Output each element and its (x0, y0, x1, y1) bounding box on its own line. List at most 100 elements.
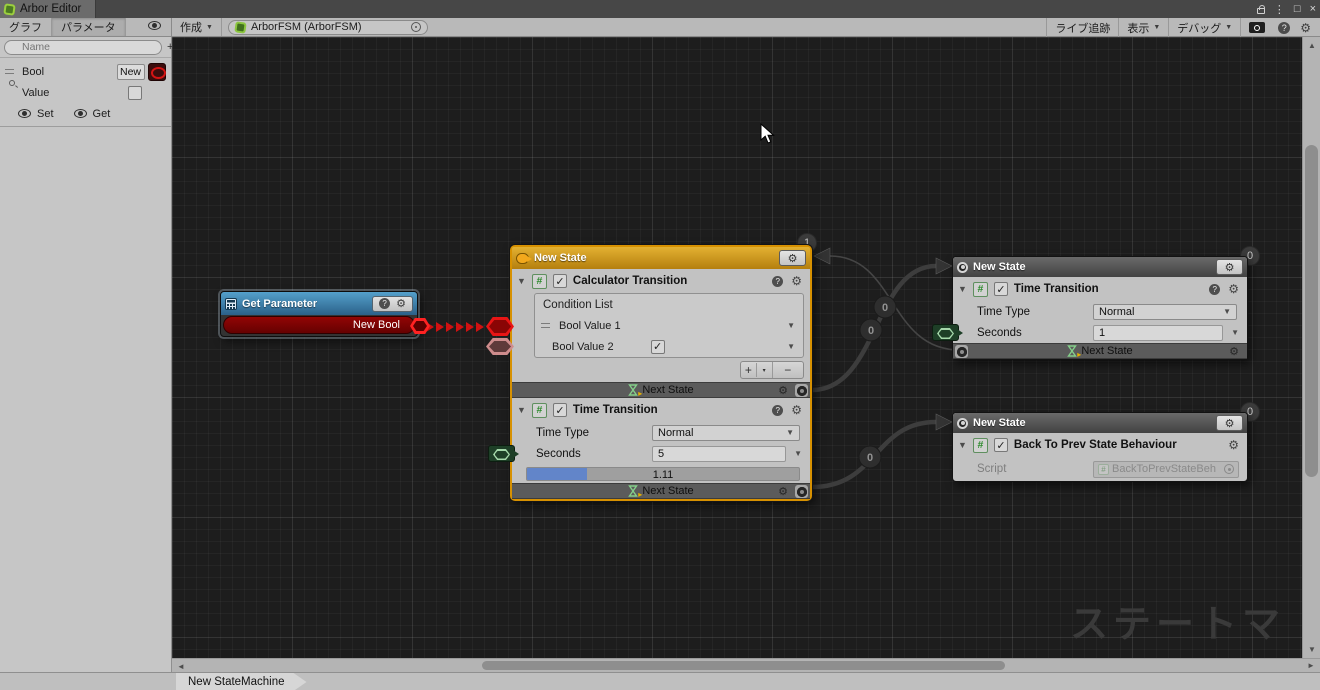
time-type-dropdown[interactable]: Normal ▼ (652, 425, 800, 441)
horizontal-scrollbar-thumb[interactable] (482, 661, 1005, 670)
gear-icon[interactable]: ⚙ (1228, 438, 1239, 452)
state-header[interactable]: New State ⚙ (953, 257, 1247, 277)
foldout-icon[interactable]: ▼ (517, 276, 526, 286)
window-menu-icon[interactable]: ⋮ (1274, 3, 1285, 16)
next-state-connector[interactable] (795, 384, 808, 397)
breadcrumb[interactable]: New StateMachine (176, 673, 307, 690)
bool-data-wire[interactable] (426, 322, 484, 332)
seconds-input[interactable]: 5 (652, 446, 786, 462)
state-settings-button[interactable]: ⚙ (779, 250, 806, 266)
foldout-icon[interactable]: ▼ (958, 440, 967, 450)
drag-handle-icon[interactable] (5, 69, 14, 74)
next-state-slot[interactable]: ▸ Next State ⚙ (953, 343, 1247, 359)
add-condition-button[interactable]: +▾ (741, 362, 773, 378)
help-icon[interactable]: ? (772, 405, 783, 416)
gear-icon[interactable]: ⚙ (1229, 345, 1239, 358)
capture-button[interactable] (1241, 18, 1273, 37)
vertical-scrollbar[interactable]: ▲ ▼ (1302, 37, 1320, 658)
top-right-state-node[interactable]: New State ⚙ ▼ # ✓ Time Transition ? ⚙ Ti… (952, 256, 1248, 360)
svg-text:0: 0 (868, 325, 874, 337)
gear-icon[interactable]: ⚙ (791, 403, 802, 417)
next-state-connector[interactable] (955, 345, 968, 358)
object-picker-icon[interactable] (1224, 464, 1234, 474)
bottom-right-state-node[interactable]: New State ⚙ ▼ # ✓ Back To Prev State Beh… (952, 412, 1248, 482)
time-type-dropdown[interactable]: Normal ▼ (1093, 304, 1237, 320)
behaviour-enabled-checkbox[interactable]: ✓ (553, 274, 567, 288)
gear-icon[interactable]: ⚙ (778, 384, 788, 397)
behaviour-header-calculator-transition[interactable]: ▼ # ✓ Calculator Transition ? ⚙ (512, 269, 810, 293)
create-button[interactable]: 作成▼ (172, 18, 222, 36)
bool-input-socket-1[interactable] (486, 317, 514, 336)
condition-row-2[interactable]: Bool Value 2 ✓ ▼ (535, 336, 803, 357)
next-state-slot-1[interactable]: ▸ Next State ⚙ (512, 382, 810, 398)
view-button[interactable]: 表示▼ (1119, 18, 1169, 37)
foldout-icon[interactable]: ▼ (517, 405, 526, 415)
bool-pin-button[interactable] (148, 63, 166, 81)
state-settings-button[interactable]: ⚙ (1216, 415, 1243, 431)
maximize-button[interactable]: □ (1294, 3, 1301, 15)
bool-input-socket-2[interactable] (486, 338, 514, 355)
behaviour-header-back-to-prev[interactable]: ▼ # ✓ Back To Prev State Behaviour ⚙ (953, 433, 1247, 457)
panel-visibility-eye-icon[interactable] (148, 21, 161, 30)
behaviour-enabled-checkbox[interactable]: ✓ (553, 403, 567, 417)
get-parameter-node[interactable]: Get Parameter ? ⚙ New Bool (220, 291, 418, 337)
set-eye-icon[interactable] (18, 109, 31, 118)
state-header[interactable]: New State ⚙ (512, 247, 810, 269)
get-eye-icon[interactable] (74, 109, 87, 118)
main-state-node[interactable]: New State ⚙ ▼ # ✓ Calculator Transition … (510, 245, 812, 501)
drag-handle-icon[interactable] (541, 323, 550, 328)
condition-row-1[interactable]: Bool Value 1 ▼ (535, 315, 803, 336)
new-bool-output-pin[interactable]: New Bool (223, 316, 415, 334)
tab-parameters[interactable]: パラメータ (52, 18, 126, 36)
next-state-connector[interactable] (795, 485, 808, 498)
state-settings-button[interactable]: ⚙ (1216, 259, 1243, 275)
gear-icon[interactable]: ⚙ (791, 274, 802, 288)
remove-condition-button[interactable]: − (773, 362, 804, 378)
behaviour-header-time-transition[interactable]: ▼ # ✓ Time Transition ? ⚙ (512, 398, 810, 422)
gear-icon[interactable]: ⚙ (778, 485, 788, 498)
foldout-icon[interactable]: ▼ (958, 284, 967, 294)
seconds-value-slot[interactable] (932, 324, 959, 341)
help-icon[interactable]: ? (1209, 284, 1220, 295)
graph-selector[interactable]: ArborFSM (ArborFSM) (228, 20, 428, 35)
lock-icon[interactable] (1257, 8, 1265, 14)
settings-button[interactable]: ⚙ (1295, 18, 1316, 37)
wire-main-to-bottomright[interactable] (812, 422, 936, 487)
scroll-up-icon[interactable]: ▲ (1308, 41, 1316, 50)
help-icon[interactable]: ? (772, 276, 783, 287)
chevron-down-icon[interactable]: ▼ (787, 342, 795, 351)
close-button[interactable]: × (1310, 3, 1316, 15)
help-button[interactable]: ? (1273, 18, 1295, 37)
vertical-scrollbar-thumb[interactable] (1305, 145, 1318, 477)
horizontal-scrollbar[interactable]: ◄ (172, 658, 1302, 672)
search-input[interactable] (4, 40, 162, 55)
graph-canvas[interactable]: 0 0 0 1 0 0 Get Parameter (172, 37, 1302, 658)
gear-icon[interactable]: ⚙ (1228, 282, 1239, 296)
state-header[interactable]: New State ⚙ (953, 413, 1247, 433)
chevron-down-icon[interactable]: ▼ (787, 321, 795, 330)
behaviour-header-time-transition[interactable]: ▼ # ✓ Time Transition ? ⚙ (953, 277, 1247, 301)
scroll-left-icon[interactable]: ◄ (177, 662, 185, 671)
help-icon[interactable]: ? (379, 298, 390, 309)
scroll-right-icon[interactable]: ► (1302, 658, 1320, 672)
window-tab[interactable]: Arbor Editor (0, 0, 96, 18)
get-parameter-header[interactable]: Get Parameter ? ⚙ (221, 292, 417, 315)
data-slot-chevron-icon[interactable]: ▼ (1231, 328, 1239, 337)
scroll-down-icon[interactable]: ▼ (1308, 645, 1316, 654)
behaviour-enabled-checkbox[interactable]: ✓ (994, 438, 1008, 452)
tab-graph[interactable]: グラフ (0, 18, 52, 36)
debug-button[interactable]: デバッグ▼ (1169, 18, 1241, 37)
value-checkbox[interactable] (128, 86, 142, 100)
bool-value-checkbox[interactable]: ✓ (651, 340, 665, 354)
behaviour-enabled-checkbox[interactable]: ✓ (994, 282, 1008, 296)
parameter-name-input[interactable] (117, 64, 145, 80)
seconds-input[interactable]: 1 (1093, 325, 1223, 341)
wire-main-to-topright[interactable] (812, 266, 936, 390)
gear-icon[interactable]: ⚙ (396, 297, 406, 310)
seconds-value-slot[interactable] (488, 445, 515, 462)
live-trace-button[interactable]: ライブ追跡 (1046, 18, 1119, 37)
script-object-field[interactable]: # BackToPrevStateBeh (1093, 461, 1239, 478)
object-picker-icon[interactable] (411, 22, 421, 32)
data-slot-chevron-icon[interactable]: ▼ (794, 449, 802, 458)
next-state-slot-2[interactable]: ▸ Next State ⚙ (512, 483, 810, 499)
